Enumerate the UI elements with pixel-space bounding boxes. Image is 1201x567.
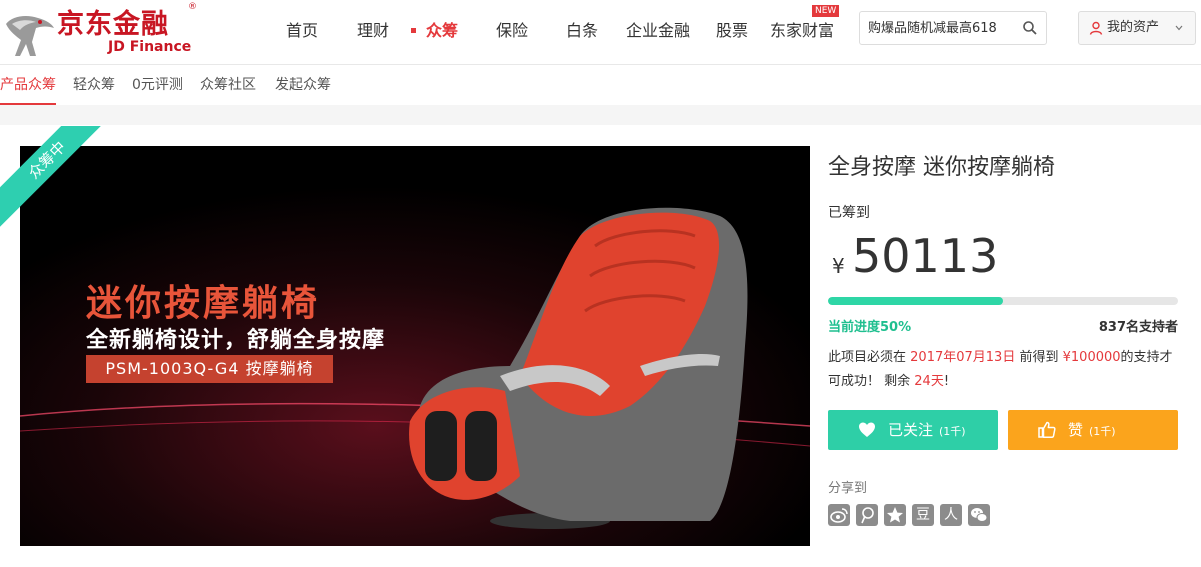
deadline-date: 2017年07月13日 xyxy=(910,350,1016,365)
share-label: 分享到 xyxy=(828,481,868,496)
nav-item-stocks[interactable]: 股票 xyxy=(716,20,748,42)
sub-nav: 产品众筹 轻众筹 0元评测 众筹社区 发起众筹 xyxy=(0,65,1201,105)
top-header: 京东金融 ® JD Finance 首页 理财 众筹 保险 白条 企业金融 股票… xyxy=(0,0,1201,65)
nav-item-home[interactable]: 首页 xyxy=(286,20,318,42)
target-amount: ¥100000 xyxy=(1062,350,1121,365)
banner-title: 迷你按摩躺椅 xyxy=(86,283,321,324)
jd-finance-logo[interactable]: 京东金融 ® JD Finance xyxy=(0,2,200,58)
search-box xyxy=(859,11,1047,45)
raised-label: 已筹到 xyxy=(828,205,870,221)
status-ribbon: 众筹中 xyxy=(0,126,110,236)
subnav-item-light-crowdfunding[interactable]: 轻众筹 xyxy=(73,76,115,94)
subnav-item-community[interactable]: 众筹社区 xyxy=(200,76,256,94)
active-tab-underline xyxy=(0,103,56,105)
follow-count: (1千) xyxy=(939,425,966,438)
product-banner-image[interactable]: 迷你按摩躺椅 全新躺椅设计，舒躺全身按摩 PSM-1003Q-G4 按摩躺椅 xyxy=(20,146,810,546)
subnav-item-free-review[interactable]: 0元评测 xyxy=(132,76,183,94)
product-title: 全身按摩 迷你按摩躺椅 xyxy=(828,155,1055,180)
nav-item-insurance[interactable]: 保险 xyxy=(496,20,528,42)
funding-progress-bar xyxy=(828,297,1178,305)
like-label: 赞 xyxy=(1068,421,1084,439)
thumbs-up-icon xyxy=(1038,421,1056,439)
funding-progress-fill xyxy=(828,297,1003,305)
currency-symbol: ¥ xyxy=(832,254,845,278)
chevron-down-icon xyxy=(1175,25,1183,31)
heart-icon xyxy=(859,422,875,437)
wechat-icon[interactable] xyxy=(968,504,990,526)
user-icon xyxy=(1089,21,1103,35)
funding-description: 此项目必须在 2017年07月13日 前得到 ¥100000的支持才可成功！ 剩… xyxy=(828,346,1178,394)
search-icon[interactable] xyxy=(1022,20,1038,36)
nav-item-baitiao[interactable]: 白条 xyxy=(566,20,598,42)
qq-weibo-icon[interactable] xyxy=(856,504,878,526)
my-assets-label: 我的资产 xyxy=(1107,20,1160,35)
qzone-icon[interactable] xyxy=(884,504,906,526)
follow-label: 已关注 xyxy=(888,421,934,439)
jd-dog-logo-icon xyxy=(6,16,54,56)
follow-button[interactable]: 已关注 (1千) xyxy=(828,410,998,450)
desc-part-1: 此项目必须在 xyxy=(828,350,907,365)
nav-item-wealth[interactable]: 理财 xyxy=(357,20,389,42)
nav-item-crowdfunding[interactable]: 众筹 xyxy=(410,20,458,42)
banner-subtitle: 全新躺椅设计，舒躺全身按摩 xyxy=(86,328,386,353)
desc-part-4: ! xyxy=(943,374,950,389)
logo-text-en: JD Finance xyxy=(108,39,192,55)
weibo-icon[interactable] xyxy=(828,504,850,526)
douban-icon[interactable]: 豆 xyxy=(912,504,934,526)
days-remaining: 24天 xyxy=(914,374,944,389)
like-button[interactable]: 赞 (1千) xyxy=(1008,410,1178,450)
ribbon-label: 众筹中 xyxy=(24,137,70,183)
my-assets-button[interactable]: 我的资产 xyxy=(1078,11,1196,45)
nav-item-enterprise-finance[interactable]: 企业金融 xyxy=(626,20,690,42)
progress-percent: 当前进度50% xyxy=(828,320,912,335)
massage-chair-image xyxy=(409,207,748,529)
banner-model-label: PSM-1003Q-G4 按摩躺椅 xyxy=(86,355,333,383)
desc-part-2: 前得到 xyxy=(1019,350,1059,365)
like-count: (1千) xyxy=(1089,425,1116,438)
new-badge: NEW xyxy=(812,5,840,17)
search-input[interactable] xyxy=(868,12,1018,44)
registered-mark: ® xyxy=(188,2,197,12)
supporters-count: 837名支持者 xyxy=(1098,320,1178,335)
crowdfunding-status-badge: 众筹中 xyxy=(0,126,110,231)
subnav-item-launch[interactable]: 发起众筹 xyxy=(275,76,331,94)
renren-icon[interactable]: 人 xyxy=(940,504,962,526)
subnav-item-product-crowdfunding[interactable]: 产品众筹 xyxy=(0,76,56,94)
raised-amount: 50113 xyxy=(852,229,999,283)
nav-item-dongjia-wealth[interactable]: 东家财富 xyxy=(770,20,834,42)
logo-text-cn: 京东金融 xyxy=(57,9,169,40)
